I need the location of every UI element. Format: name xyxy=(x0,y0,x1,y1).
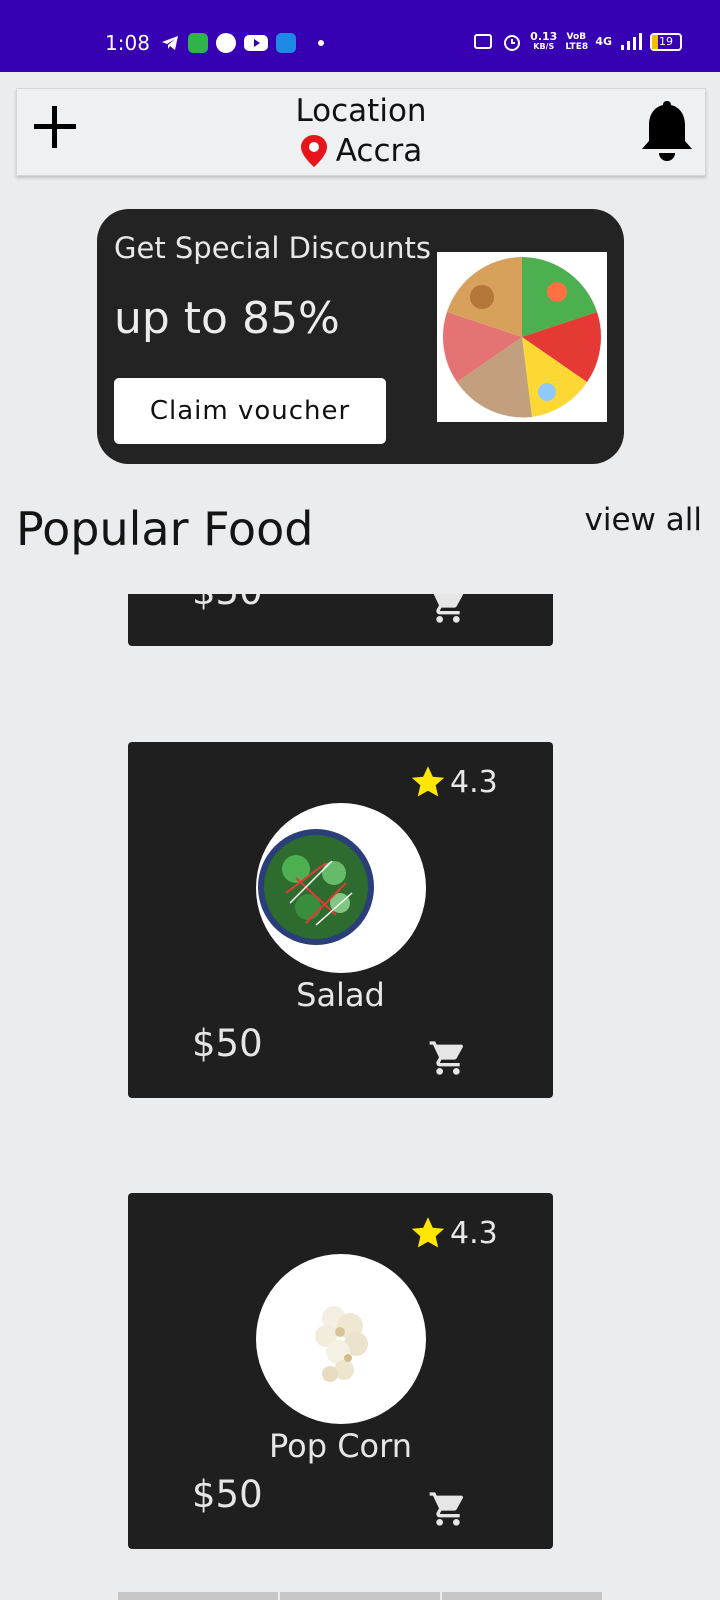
location-pin-icon xyxy=(300,135,327,167)
g-app-icon xyxy=(216,33,236,53)
notification-icons xyxy=(160,33,324,53)
signal-icon xyxy=(621,33,642,50)
food-price: $50 xyxy=(192,1473,263,1516)
cart-icon[interactable] xyxy=(428,1038,468,1078)
status-time: 1:08 xyxy=(105,31,150,55)
popcorn-image xyxy=(315,1306,368,1382)
bottom-tab[interactable] xyxy=(280,1592,440,1600)
bottom-tab[interactable] xyxy=(442,1592,602,1600)
promo-headline: up to 85% xyxy=(114,293,340,344)
food-name: Salad xyxy=(296,976,385,1014)
location-selector[interactable]: Accra xyxy=(17,133,705,169)
food-image xyxy=(256,1254,426,1424)
bottom-navigation[interactable] xyxy=(118,1592,602,1600)
claim-voucher-button[interactable]: Claim voucher xyxy=(114,378,386,444)
food-name: Pop Corn xyxy=(268,1427,412,1465)
food-image xyxy=(256,803,426,973)
star-icon xyxy=(411,1217,445,1248)
location-label: Location xyxy=(295,93,427,129)
location-city: Accra xyxy=(335,133,423,169)
app-notification-icon xyxy=(188,33,208,53)
promo-banner: Get Special Discounts up to 85% Claim vo… xyxy=(97,209,624,464)
rating-value: 4.3 xyxy=(450,1215,498,1251)
bottom-tab[interactable] xyxy=(118,1592,278,1600)
alarm-icon xyxy=(504,35,521,51)
food-list[interactable]: $50 4.3 Salad $50 4.3 xyxy=(0,594,720,1600)
food-groups-image xyxy=(437,252,607,422)
volte-indicator: VoB LTE8 xyxy=(565,32,589,52)
rating: 4.3 xyxy=(410,764,498,800)
status-bar: 1:08 0.13 KB/S VoB LTE8 4G 19 xyxy=(0,0,720,72)
food-price: $50 xyxy=(192,594,263,613)
cart-icon[interactable] xyxy=(428,1489,468,1529)
rating-value: 4.3 xyxy=(450,764,498,800)
android-icon xyxy=(276,33,296,53)
food-card[interactable]: 4.3 Pop Corn $50 xyxy=(128,1193,553,1549)
youtube-icon xyxy=(244,35,268,51)
bell-icon[interactable] xyxy=(639,97,695,163)
screenshot-icon xyxy=(474,34,493,49)
salad-image xyxy=(258,829,374,945)
app-bar: Location Accra xyxy=(16,88,706,176)
system-icons: 0.13 KB/S VoB LTE8 4G 19 xyxy=(474,30,682,52)
promo-title: Get Special Discounts xyxy=(114,231,432,265)
food-card[interactable]: 4.3 Salad $50 xyxy=(128,742,553,1098)
star-icon xyxy=(411,766,445,797)
telegram-icon xyxy=(162,36,178,50)
more-notifications-dot xyxy=(318,40,324,46)
food-card[interactable]: $50 xyxy=(128,594,553,646)
signal-4g: 4G xyxy=(595,35,612,48)
network-speed: 0.13 KB/S xyxy=(530,30,558,51)
section-title: Popular Food xyxy=(16,502,314,556)
food-plate-image xyxy=(442,257,602,418)
view-all-link[interactable]: view all xyxy=(585,502,702,538)
food-price: $50 xyxy=(192,1022,263,1065)
rating: 4.3 xyxy=(410,1215,498,1251)
cart-icon[interactable] xyxy=(428,594,468,626)
battery-icon: 19 xyxy=(650,33,682,51)
